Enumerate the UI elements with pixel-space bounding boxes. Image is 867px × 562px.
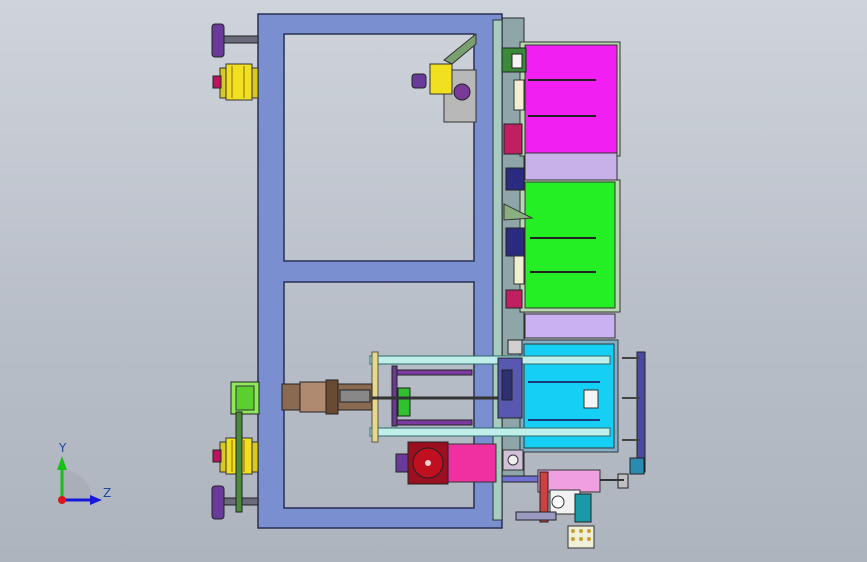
magenta-module-base [524, 152, 618, 182]
bottom-right-assembly [501, 469, 624, 549]
lilac-panel [524, 313, 616, 339]
left-hardware [211, 23, 260, 520]
magenta-module-box [524, 44, 618, 154]
foot-bottom [211, 485, 225, 520]
assembly-drawing[interactable]: Y Z [0, 0, 867, 562]
rail-top [369, 355, 611, 365]
foot-top [211, 23, 225, 58]
x-axis-dot [58, 496, 66, 504]
pink-motor-housing [445, 443, 497, 483]
upper-yellow-unit [411, 32, 477, 123]
cad-viewport[interactable]: Y Z [0, 0, 867, 562]
rail-bottom [369, 427, 611, 437]
z-axis-label: Z [103, 486, 111, 500]
purple-post [636, 351, 646, 473]
y-axis-label: Y [58, 441, 67, 455]
orientation-triad: Y Z [57, 441, 111, 505]
yellow-block [429, 63, 453, 95]
green-module-box [524, 181, 616, 309]
